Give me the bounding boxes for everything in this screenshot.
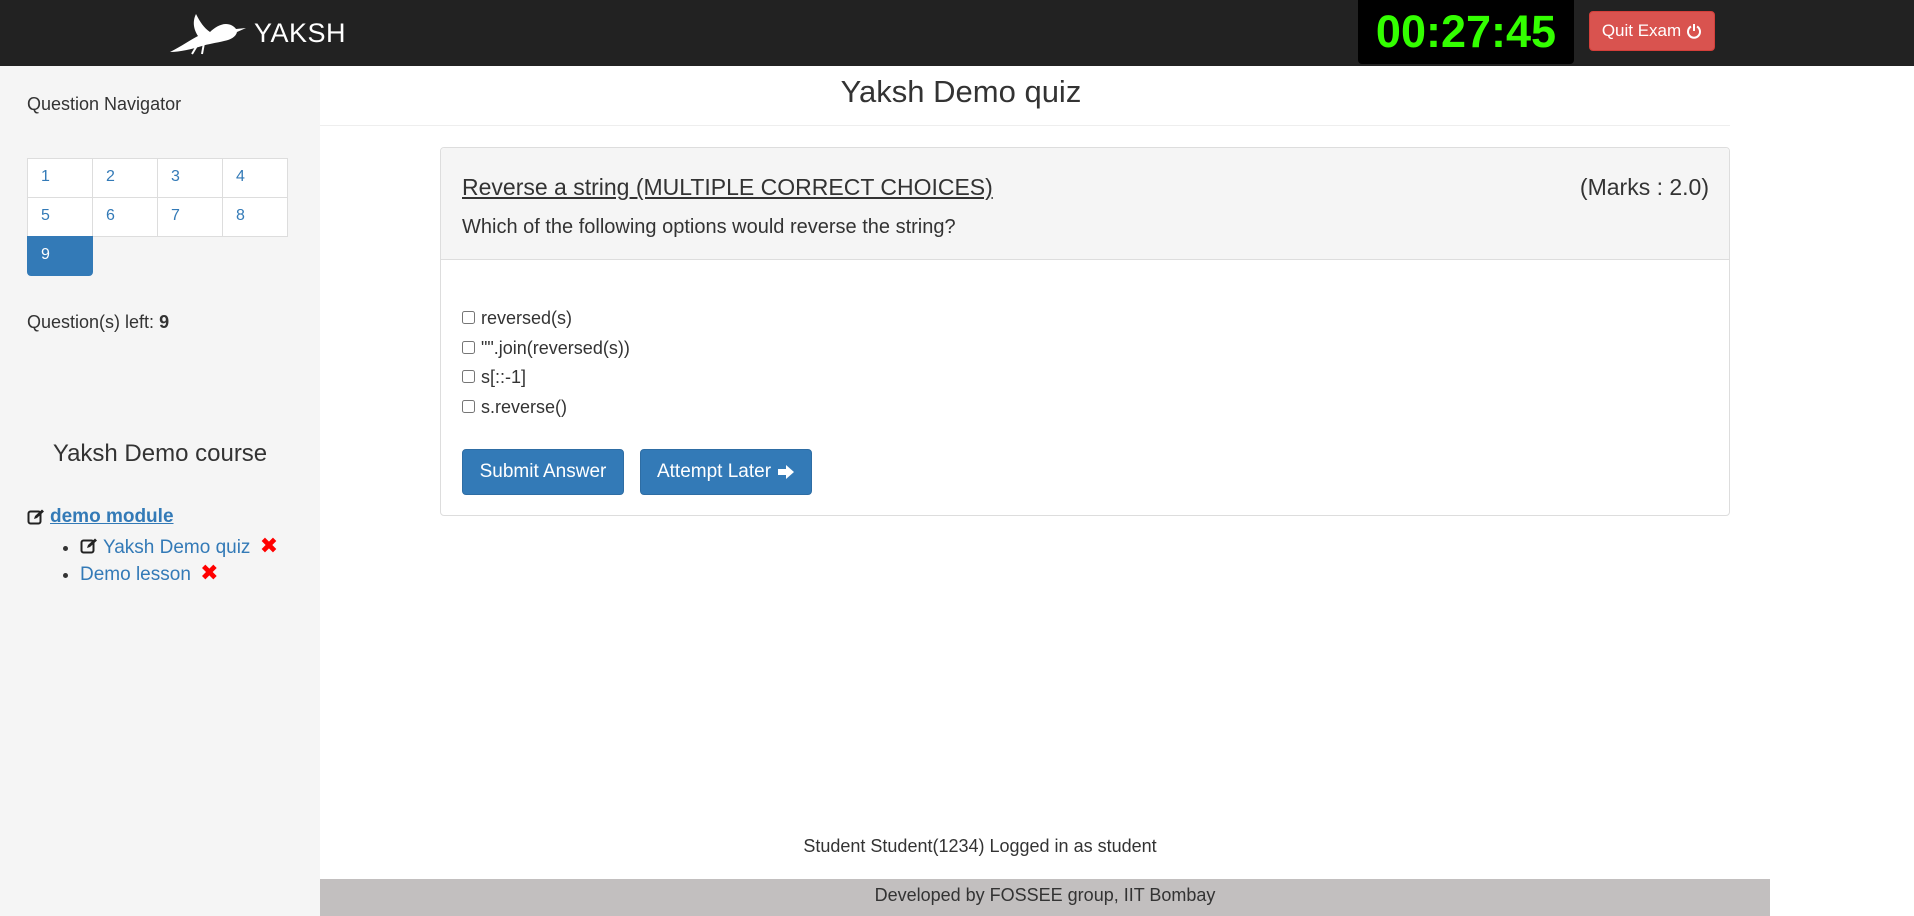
question-link-5[interactable]: 5 [27, 197, 93, 237]
attempt-later-label: Attempt Later [656, 461, 772, 482]
option-row[interactable]: s.reverse() [462, 397, 630, 427]
sidebar: Question Navigator 1 2 3 4 5 6 7 8 9 Que… [0, 66, 320, 916]
crane-logo-icon [170, 14, 246, 55]
question-navigator-grid: 1 2 3 4 5 6 7 8 9 [27, 158, 289, 276]
unit-item: Yaksh Demo quiz ✖ [80, 532, 278, 559]
question-link-9-active[interactable]: 9 [27, 236, 93, 276]
unit-link-quiz[interactable]: Yaksh Demo quiz [103, 537, 251, 558]
questions-left-count: 9 [159, 312, 170, 332]
option-label: s[::-1] [481, 367, 527, 387]
question-link-6[interactable]: 6 [92, 197, 158, 237]
question-header: Reverse a string (MULTIPLE CORRECT CHOIC… [441, 148, 1729, 260]
question-text: Which of the following options would rev… [462, 216, 956, 238]
quit-exam-label: Quit Exam [1601, 21, 1682, 40]
cross-icon: ✖ [200, 560, 219, 585]
login-status: Student Student(1234) Logged in as stude… [803, 836, 1157, 856]
course-title: Yaksh Demo course [52, 440, 268, 467]
unit-list: Yaksh Demo quiz ✖ Demo lesson ✖ [60, 532, 278, 586]
question-panel: Reverse a string (MULTIPLE CORRECT CHOIC… [440, 147, 1730, 516]
option-row[interactable]: reversed(s) [462, 308, 630, 338]
option-checkbox[interactable] [462, 399, 475, 413]
answer-options: reversed(s) "".join(reversed(s)) s[::-1]… [462, 308, 630, 426]
questions-left-label: Question(s) left: [27, 312, 155, 332]
footer: Developed by FOSSEE group, IIT Bombay [320, 879, 1770, 916]
edit-icon [80, 538, 97, 554]
option-label: reversed(s) [481, 308, 573, 328]
option-checkbox[interactable] [462, 311, 475, 324]
option-row[interactable]: "".join(reversed(s)) [462, 338, 630, 368]
questions-left: Question(s) left: 9 [27, 312, 169, 333]
divider [320, 125, 1730, 126]
quit-exam-button[interactable]: Quit Exam [1589, 11, 1715, 51]
option-row[interactable]: s[::-1] [462, 367, 630, 397]
unit-link-lesson[interactable]: Demo lesson [80, 564, 191, 585]
top-navbar: YAKSH 00:27:45 Quit Exam [0, 0, 1914, 66]
submit-answer-button[interactable]: Submit Answer [462, 449, 624, 495]
page-title: Yaksh Demo quiz [840, 74, 1082, 109]
question-link-7[interactable]: 7 [157, 197, 223, 237]
option-label: s.reverse() [481, 396, 568, 417]
question-link-4[interactable]: 4 [222, 158, 288, 198]
brand[interactable]: YAKSH [168, 8, 346, 58]
option-label: "".join(reversed(s)) [481, 337, 630, 358]
question-link-2[interactable]: 2 [92, 158, 158, 198]
question-marks: (Marks : 2.0) [1579, 174, 1709, 200]
question-summary: Reverse a string (MULTIPLE CORRECT CHOIC… [462, 174, 993, 200]
question-navigator-title: Question Navigator [27, 94, 182, 114]
question-link-3[interactable]: 3 [157, 158, 223, 198]
unit-item: Demo lesson ✖ [80, 559, 278, 586]
question-link-8[interactable]: 8 [222, 197, 288, 237]
power-icon [1687, 24, 1702, 39]
exam-timer: 00:27:45 [1358, 0, 1574, 64]
module-link[interactable]: demo module [50, 506, 174, 528]
edit-icon [27, 509, 44, 525]
module-entry: demo module [27, 506, 174, 528]
option-checkbox[interactable] [462, 370, 475, 383]
option-checkbox[interactable] [462, 340, 475, 354]
cross-icon: ✖ [259, 533, 279, 558]
submit-answer-label: Submit Answer [479, 461, 607, 482]
arrow-right-icon [778, 465, 795, 479]
brand-text: YAKSH [254, 17, 347, 48]
attempt-later-button[interactable]: Attempt Later [640, 449, 812, 495]
question-link-1[interactable]: 1 [27, 158, 93, 198]
